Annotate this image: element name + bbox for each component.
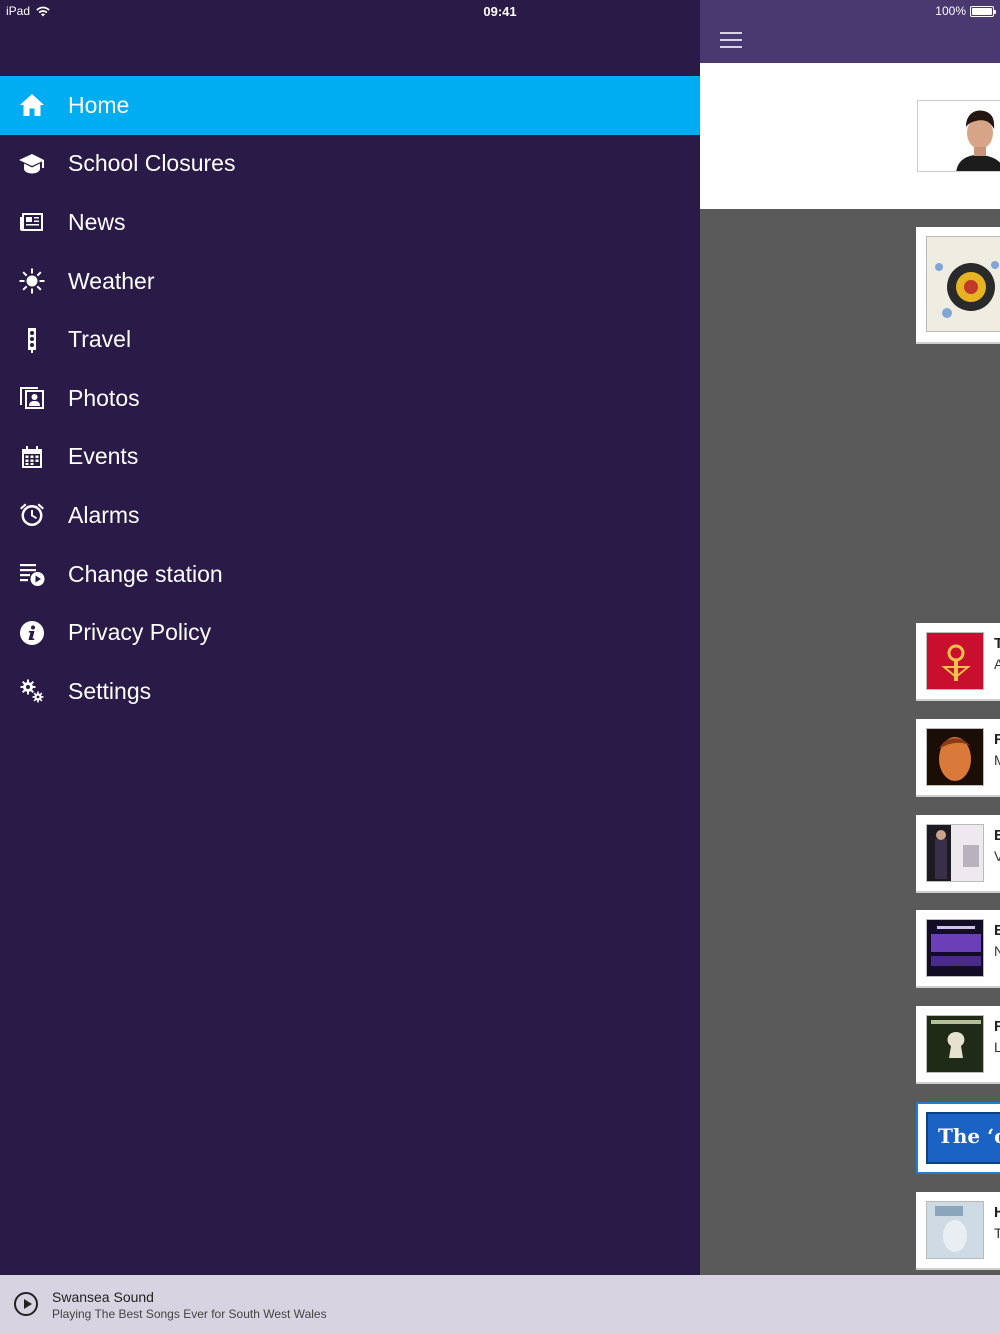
- track-title: T: [994, 635, 1000, 652]
- track-card[interactable]: E N: [916, 910, 1000, 988]
- track-artist: M: [994, 752, 1000, 768]
- battery-icon: [970, 5, 996, 17]
- gears-icon: [0, 677, 68, 705]
- newspaper-icon: [0, 208, 68, 236]
- track-title: E: [994, 827, 1000, 844]
- play-icon[interactable]: [14, 1292, 38, 1316]
- menu-item-home[interactable]: Home: [0, 76, 700, 135]
- menu-label-privacy-policy: Privacy Policy: [68, 619, 212, 646]
- menu-item-news[interactable]: News: [0, 193, 700, 252]
- battery-percent: 100%: [935, 4, 966, 18]
- photos-icon: [0, 384, 68, 412]
- track-artist: L: [994, 1039, 1000, 1055]
- menu-label-news: News: [68, 208, 126, 235]
- menu-item-change-station[interactable]: Change station: [0, 545, 700, 604]
- track-artist: V: [994, 848, 1000, 864]
- playlist-play-icon: [0, 560, 68, 588]
- menu-item-school-closures[interactable]: School Closures: [0, 135, 700, 194]
- sun-icon: [0, 267, 68, 295]
- track-card[interactable]: T A: [916, 623, 1000, 701]
- station-tagline: Playing The Best Songs Ever for South We…: [52, 1307, 327, 1321]
- track-title: F: [994, 731, 1000, 748]
- album-art: [926, 1015, 984, 1073]
- status-time: 09:41: [483, 4, 517, 19]
- menu-label-settings: Settings: [68, 677, 152, 704]
- track-card[interactable]: E V: [916, 815, 1000, 893]
- track-card[interactable]: F L: [916, 1006, 1000, 1084]
- menu-label-photos: Photos: [68, 384, 140, 411]
- alarm-clock-icon: [0, 501, 68, 529]
- track-title: F: [994, 1018, 1000, 1035]
- calendar-icon: [0, 443, 68, 471]
- track-artist: N: [994, 943, 1000, 959]
- graduation-cap-icon: [0, 150, 68, 178]
- track-title: E: [994, 922, 1000, 939]
- track-card[interactable]: H T: [916, 1192, 1000, 1270]
- now-playing-bar[interactable]: Swansea Sound Playing The Best Songs Eve…: [0, 1275, 1000, 1334]
- track-artist: A: [994, 656, 1000, 672]
- menu-item-alarms[interactable]: Alarms: [0, 486, 700, 545]
- album-art: [926, 1201, 984, 1259]
- menu-label-school-closures: School Closures: [68, 150, 236, 177]
- menu-item-photos[interactable]: Photos: [0, 369, 700, 428]
- menu-item-travel[interactable]: Travel: [0, 310, 700, 369]
- status-right: 100%: [935, 4, 996, 18]
- presenter-photo[interactable]: [917, 100, 1000, 172]
- track-card[interactable]: F M: [916, 719, 1000, 797]
- side-menu: Home School Closures News Weather Travel: [0, 0, 700, 1275]
- track-title: H: [994, 1204, 1000, 1221]
- info-icon: [0, 619, 68, 647]
- promo-banner-text: The ‘on: [926, 1112, 1000, 1164]
- status-bar: iPad 09:41 100%: [0, 0, 1000, 22]
- menu-label-weather: Weather: [68, 267, 155, 294]
- station-name: Swansea Sound: [52, 1289, 154, 1305]
- home-icon: [0, 91, 68, 119]
- album-art: [926, 236, 1000, 332]
- album-art: [926, 728, 984, 786]
- album-art: [926, 824, 984, 882]
- menu-label-change-station: Change station: [68, 560, 223, 587]
- menu-label-alarms: Alarms: [68, 501, 140, 528]
- menu-list: Home School Closures News Weather Travel: [0, 76, 700, 721]
- featured-album-card[interactable]: [916, 227, 1000, 344]
- menu-label-home: Home: [68, 91, 130, 118]
- presenter-area: [700, 63, 1000, 209]
- traffic-light-icon: [0, 326, 68, 354]
- hamburger-menu-icon[interactable]: [720, 32, 742, 48]
- menu-label-travel: Travel: [68, 326, 132, 353]
- track-artist: T: [994, 1225, 1000, 1241]
- album-art: [926, 919, 984, 977]
- menu-item-privacy-policy[interactable]: Privacy Policy: [0, 603, 700, 662]
- promo-banner-card[interactable]: The ‘on: [916, 1102, 1000, 1174]
- menu-label-events: Events: [68, 443, 139, 470]
- main-content-panel[interactable]: T A F M E V E N F L The ‘on H: [700, 0, 1000, 1334]
- menu-item-weather[interactable]: Weather: [0, 252, 700, 311]
- menu-item-settings[interactable]: Settings: [0, 662, 700, 721]
- album-art: [926, 632, 984, 690]
- menu-item-events[interactable]: Events: [0, 428, 700, 487]
